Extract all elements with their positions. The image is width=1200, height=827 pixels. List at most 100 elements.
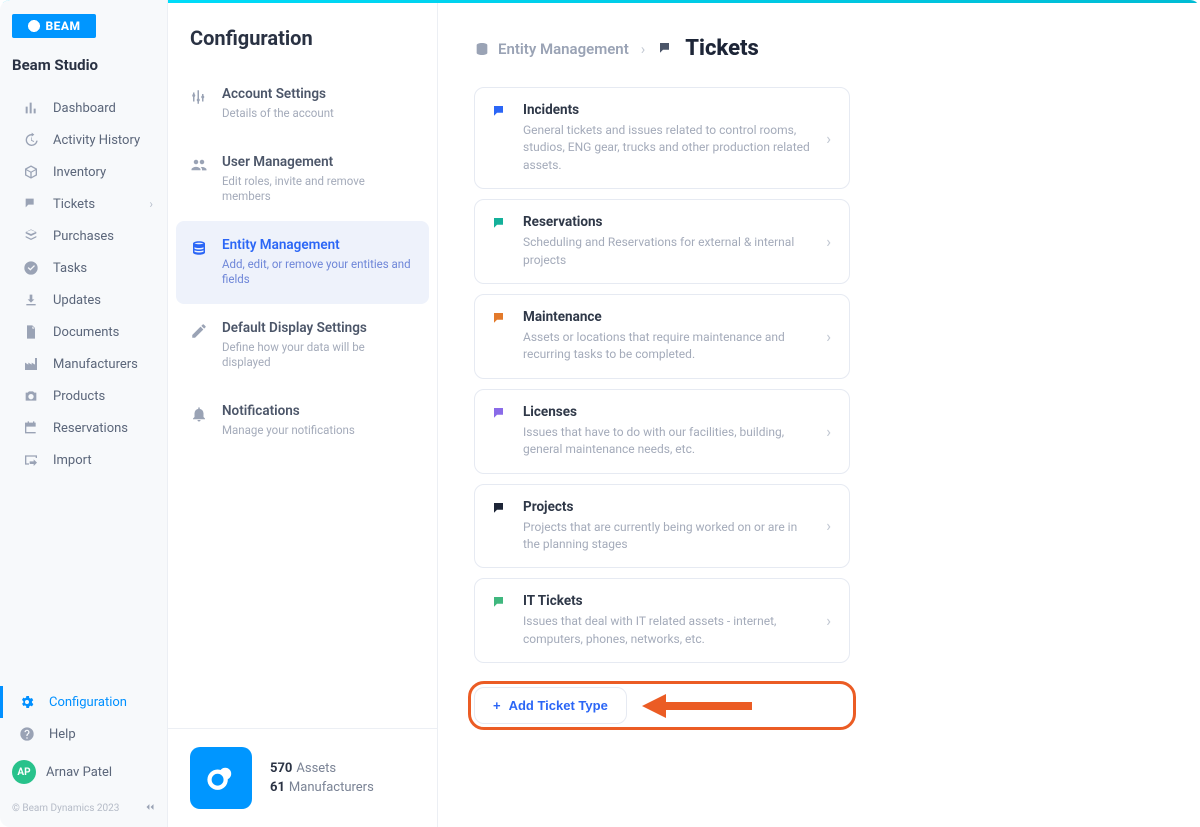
add-button-label: Add Ticket Type [509,698,608,713]
nav-import[interactable]: Import [4,444,163,476]
brand-tile [190,747,252,809]
brand-logo-text: BEAM [45,19,80,33]
collapse-sidebar-icon[interactable] [143,800,157,817]
settings-notifications[interactable]: NotificationsManage your notifications [168,387,437,455]
manufacturers-label: Manufacturers [289,780,374,795]
ticket-type-card[interactable]: Projects Projects that are currently bein… [474,484,850,569]
ticket-icon [491,405,509,423]
card-desc: General tickets and issues related to co… [523,122,812,174]
user-name: Arnav Patel [46,765,112,780]
bar-chart-icon [23,100,39,116]
nav-help[interactable]: Help [0,718,167,750]
assets-label: Assets [296,761,336,776]
bell-icon [190,405,208,423]
nav-purchases[interactable]: Purchases [4,220,163,252]
chevron-right-icon: › [149,197,153,211]
plus-icon: + [493,698,501,713]
breadcrumb-parent-label: Entity Management [498,40,629,58]
settings-entity-management[interactable]: Entity ManagementAdd, edit, or remove yo… [176,221,429,304]
settings-account[interactable]: Account SettingsDetails of the account [168,70,437,138]
stats-assets: 570 Assets [270,761,374,776]
card-title: Reservations [523,214,812,230]
card-title: Maintenance [523,309,812,325]
settings-item-sub: Edit roles, invite and remove members [222,174,415,205]
nav-label: Documents [53,325,119,340]
chevron-right-icon: › [641,40,646,58]
ticket-type-card[interactable]: IT TicketsIssues that deal with IT relat… [474,578,850,663]
avatar: AP [12,760,36,784]
settings-item-title: Notifications [222,403,355,419]
add-button-container: + Add Ticket Type [474,687,850,724]
chevron-right-icon: › [826,232,831,251]
sliders-icon [190,88,208,106]
left-sidebar: BEAM Beam Studio Dashboard Activity Hist… [0,0,168,827]
page-title-text: Tickets [685,36,759,61]
chevron-right-icon: › [826,129,831,148]
ticket-icon [491,594,509,612]
main-content: Entity Management › Tickets IncidentsGen… [438,0,1200,827]
box-icon [23,164,39,180]
settings-default-display[interactable]: Default Display SettingsDefine how your … [168,304,437,387]
download-icon [23,292,39,308]
gear-icon [19,694,35,710]
nav-inventory[interactable]: Inventory [4,156,163,188]
ticket-type-card[interactable]: Maintenance Assets or locations that requ… [474,294,850,379]
ticket-icon [491,103,509,121]
settings-item-sub: Add, edit, or remove your entities and f… [222,257,415,288]
ticket-type-card[interactable]: LicensesIssues that have to do with our … [474,389,850,474]
chevron-right-icon: › [826,327,831,346]
nav-tasks[interactable]: Tasks [4,252,163,284]
page-title: Tickets [657,36,759,61]
nav-dashboard[interactable]: Dashboard [4,92,163,124]
card-desc: Projects that are currently being worked… [523,519,812,554]
settings-footer: 570 Assets 61 Manufacturers [168,728,437,827]
nav-label: Inventory [53,165,106,180]
avatar-initials: AP [17,767,30,778]
settings-user-management[interactable]: User ManagementEdit roles, invite and re… [168,138,437,221]
nav-label: Products [53,389,105,404]
annotation-arrow [642,691,762,721]
nav-reservations[interactable]: Reservations [4,412,163,444]
primary-nav: Dashboard Activity History Inventory Tic… [0,92,167,679]
current-user[interactable]: AP Arnav Patel [0,750,167,794]
nav-tickets[interactable]: Tickets › [4,188,163,220]
card-desc: Scheduling and Reservations for external… [523,234,812,269]
brand-logo[interactable]: BEAM [12,14,96,38]
camera-icon [23,388,39,404]
nav-label: Manufacturers [53,357,138,372]
stats-manufacturers: 61 Manufacturers [270,780,374,795]
card-desc: Assets or locations that require mainten… [523,329,812,364]
nav-products[interactable]: Products [4,380,163,412]
nav-label: Activity History [53,133,140,148]
breadcrumb-parent[interactable]: Entity Management [474,40,629,58]
breadcrumb: Entity Management › Tickets [474,36,1160,61]
logo-container: BEAM [0,0,167,44]
history-icon [23,132,39,148]
nav-manufacturers[interactable]: Manufacturers [4,348,163,380]
settings-title: Configuration [168,0,437,70]
sidebar-bottom-section: Configuration Help AP Arnav Patel © Beam… [0,679,167,827]
ticket-type-card[interactable]: IncidentsGeneral tickets and issues rela… [474,87,850,189]
assets-count: 570 [270,761,292,776]
card-title: Licenses [523,404,812,420]
nav-documents[interactable]: Documents [4,316,163,348]
calendar-icon [23,420,39,436]
nav-activity-history[interactable]: Activity History [4,124,163,156]
workspace-name[interactable]: Beam Studio [0,44,167,92]
add-ticket-type-button[interactable]: + Add Ticket Type [474,687,627,724]
ticket-type-card[interactable]: Reservations Scheduling and Reservations … [474,199,850,284]
settings-item-sub: Define how your data will be displayed [222,340,415,371]
nav-updates[interactable]: Updates [4,284,163,316]
manufacturers-count: 61 [270,780,285,795]
chevron-right-icon: › [826,422,831,441]
dollar-icon [23,228,39,244]
database-icon [190,239,208,257]
nav-label: Dashboard [53,101,116,116]
edit-icon [190,322,208,340]
import-icon [23,452,39,468]
nav-configuration[interactable]: Configuration [0,686,167,718]
factory-icon [23,356,39,372]
card-title: Projects [523,499,812,515]
ticket-icon [491,310,509,328]
ticket-icon [657,40,675,58]
